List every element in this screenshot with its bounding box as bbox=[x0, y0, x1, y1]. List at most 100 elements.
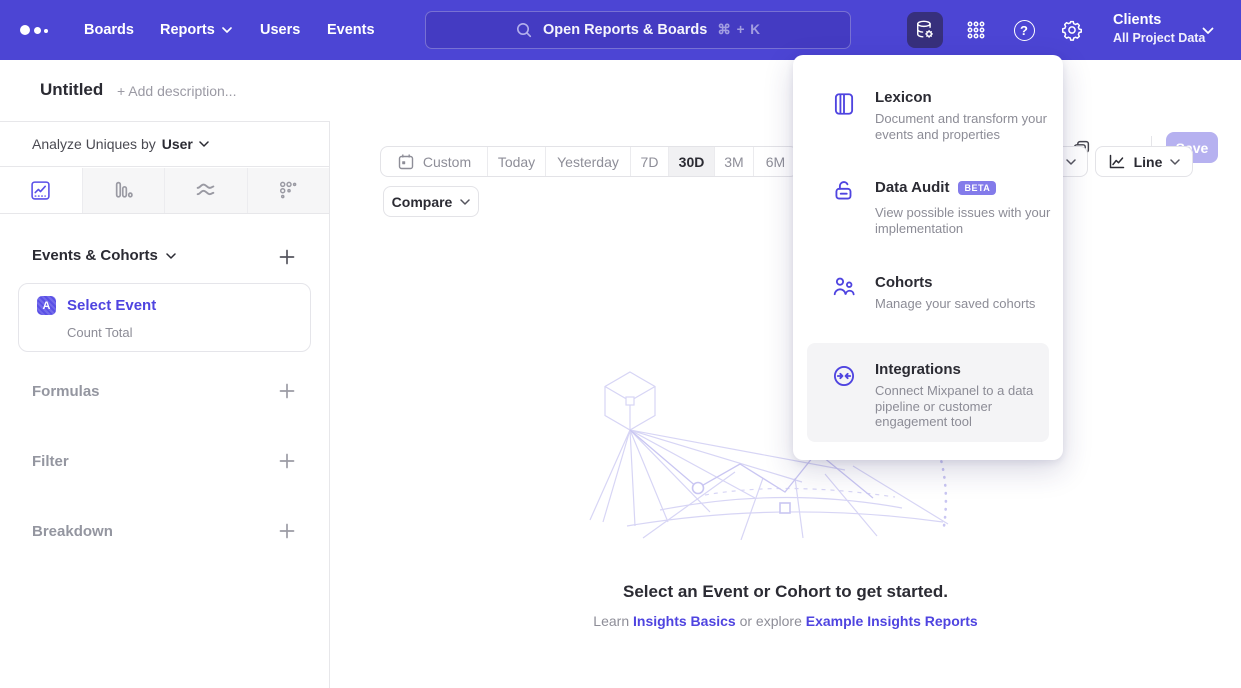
plus-icon bbox=[278, 382, 296, 400]
range-custom-label: Custom bbox=[423, 154, 471, 170]
nav-reports[interactable]: Reports bbox=[160, 0, 232, 60]
events-cohorts-title: Events & Cohorts bbox=[32, 247, 158, 264]
add-event-button[interactable] bbox=[278, 248, 296, 266]
empty-state-links: Learn Insights Basics or explore Example… bbox=[330, 613, 1241, 629]
range-30d-label: 30D bbox=[679, 154, 705, 170]
help-button[interactable] bbox=[1006, 12, 1042, 48]
line-chart-icon bbox=[1108, 154, 1126, 170]
database-gear-icon bbox=[914, 19, 936, 41]
tab-flows-chart[interactable] bbox=[165, 168, 248, 213]
nav-events[interactable]: Events bbox=[327, 0, 375, 60]
learn-prefix: Learn bbox=[593, 613, 629, 629]
range-7d[interactable]: 7D bbox=[630, 147, 668, 176]
chevron-down-icon bbox=[460, 199, 470, 205]
top-navbar: Boards Reports Users Events Open Reports… bbox=[0, 0, 1241, 60]
range-yesterday[interactable]: Yesterday bbox=[545, 147, 630, 176]
empty-state-title: Select an Event or Cohort to get started… bbox=[330, 582, 1241, 602]
example-reports-link[interactable]: Example Insights Reports bbox=[806, 613, 978, 629]
data-management-menu: Lexicon Document and transform your even… bbox=[793, 55, 1063, 460]
query-sidebar: Analyze Uniques by User Events & Cohorts… bbox=[0, 121, 330, 688]
range-3m[interactable]: 3M bbox=[714, 147, 753, 176]
range-today-label: Today bbox=[498, 154, 535, 170]
compare-dropdown[interactable]: Compare bbox=[383, 186, 479, 217]
range-yesterday-label: Yesterday bbox=[557, 154, 619, 170]
range-custom[interactable]: Custom bbox=[381, 147, 487, 176]
filter-label: Filter bbox=[32, 453, 69, 470]
events-cohorts-header[interactable]: Events & Cohorts bbox=[32, 247, 176, 264]
plus-icon bbox=[278, 248, 296, 266]
global-search-button[interactable]: Open Reports & Boards ⌘ + K bbox=[425, 11, 851, 49]
search-placeholder: Open Reports & Boards bbox=[543, 22, 707, 38]
apps-grid-button[interactable] bbox=[958, 12, 994, 48]
add-formula-button[interactable] bbox=[278, 382, 296, 400]
integrations-title-text: Integrations bbox=[875, 361, 961, 378]
beta-badge: BETA bbox=[958, 181, 996, 195]
analyze-label: Analyze Uniques by bbox=[32, 136, 156, 152]
chevron-down-icon bbox=[199, 141, 209, 147]
tab-bar-chart[interactable] bbox=[83, 168, 166, 213]
formulas-label: Formulas bbox=[32, 383, 100, 400]
nav-boards-label: Boards bbox=[84, 22, 134, 38]
nav-boards[interactable]: Boards bbox=[84, 0, 134, 60]
nav-users[interactable]: Users bbox=[260, 0, 300, 60]
apps-grid-icon bbox=[965, 19, 987, 41]
settings-button[interactable] bbox=[1054, 12, 1090, 48]
explore-middle: or explore bbox=[740, 613, 802, 629]
cohorts-title: Cohorts bbox=[875, 274, 933, 291]
event-card[interactable]: A Select Event Count Total bbox=[18, 283, 311, 352]
analyze-by-dropdown[interactable]: User bbox=[162, 136, 209, 152]
nav-reports-label: Reports bbox=[160, 22, 215, 38]
chart-style-dropdown[interactable]: Line bbox=[1095, 146, 1193, 177]
cohorts-description: Manage your saved cohorts bbox=[875, 296, 1057, 312]
report-title[interactable]: Untitled bbox=[40, 80, 103, 100]
metrics-icon bbox=[278, 180, 299, 201]
range-today[interactable]: Today bbox=[487, 147, 545, 176]
project-switcher[interactable]: Clients All Project Data bbox=[1113, 11, 1205, 47]
data-audit-icon bbox=[831, 178, 857, 204]
add-filter-button[interactable] bbox=[278, 452, 296, 470]
help-icon bbox=[1014, 20, 1035, 41]
lexicon-title-text: Lexicon bbox=[875, 89, 932, 106]
chart-style-label: Line bbox=[1134, 154, 1163, 170]
line-chart-icon bbox=[30, 180, 51, 201]
compare-label: Compare bbox=[392, 194, 453, 210]
data-audit-description: View possible issues with your implement… bbox=[875, 205, 1057, 236]
tab-metrics-chart[interactable] bbox=[248, 168, 330, 213]
plus-icon bbox=[278, 452, 296, 470]
plus-icon bbox=[278, 522, 296, 540]
range-6m[interactable]: 6M bbox=[753, 147, 797, 176]
lexicon-icon bbox=[831, 91, 857, 117]
select-event-label: Select Event bbox=[67, 297, 156, 314]
nav-events-label: Events bbox=[327, 22, 375, 38]
lexicon-title: Lexicon bbox=[875, 89, 932, 106]
cohorts-title-text: Cohorts bbox=[875, 274, 933, 291]
range-7d-label: 7D bbox=[641, 154, 659, 170]
cohorts-icon bbox=[831, 273, 857, 299]
integrations-description: Connect Mixpanel to a data pipeline or c… bbox=[875, 383, 1057, 430]
mixpanel-logo-icon bbox=[20, 24, 50, 36]
range-3m-label: 3M bbox=[724, 154, 743, 170]
tab-line-chart[interactable] bbox=[0, 168, 83, 213]
add-description-field[interactable]: + Add description... bbox=[117, 83, 236, 99]
project-scope: All Project Data bbox=[1113, 30, 1205, 47]
flows-icon bbox=[195, 180, 216, 201]
chevron-down-icon bbox=[166, 253, 176, 259]
range-30d-selected[interactable]: 30D bbox=[668, 147, 714, 176]
nav-users-label: Users bbox=[260, 22, 300, 38]
chevron-down-icon bbox=[222, 27, 232, 33]
bar-chart-icon bbox=[113, 180, 134, 201]
data-management-button[interactable] bbox=[907, 12, 943, 48]
insights-basics-link[interactable]: Insights Basics bbox=[633, 613, 736, 629]
event-letter-badge: A bbox=[37, 296, 56, 315]
org-name: Clients bbox=[1113, 11, 1205, 30]
search-icon bbox=[515, 21, 533, 39]
add-breakdown-button[interactable] bbox=[278, 522, 296, 540]
data-audit-title: Data Audit BETA bbox=[875, 179, 996, 196]
search-shortcut: ⌘ + K bbox=[717, 22, 761, 38]
range-6m-label: 6M bbox=[766, 154, 785, 170]
breakdown-label: Breakdown bbox=[32, 523, 113, 540]
chart-type-tabs bbox=[0, 168, 329, 214]
integrations-title: Integrations bbox=[875, 361, 961, 378]
chevron-down-icon bbox=[1170, 159, 1180, 165]
chevron-down-icon bbox=[1202, 27, 1214, 35]
